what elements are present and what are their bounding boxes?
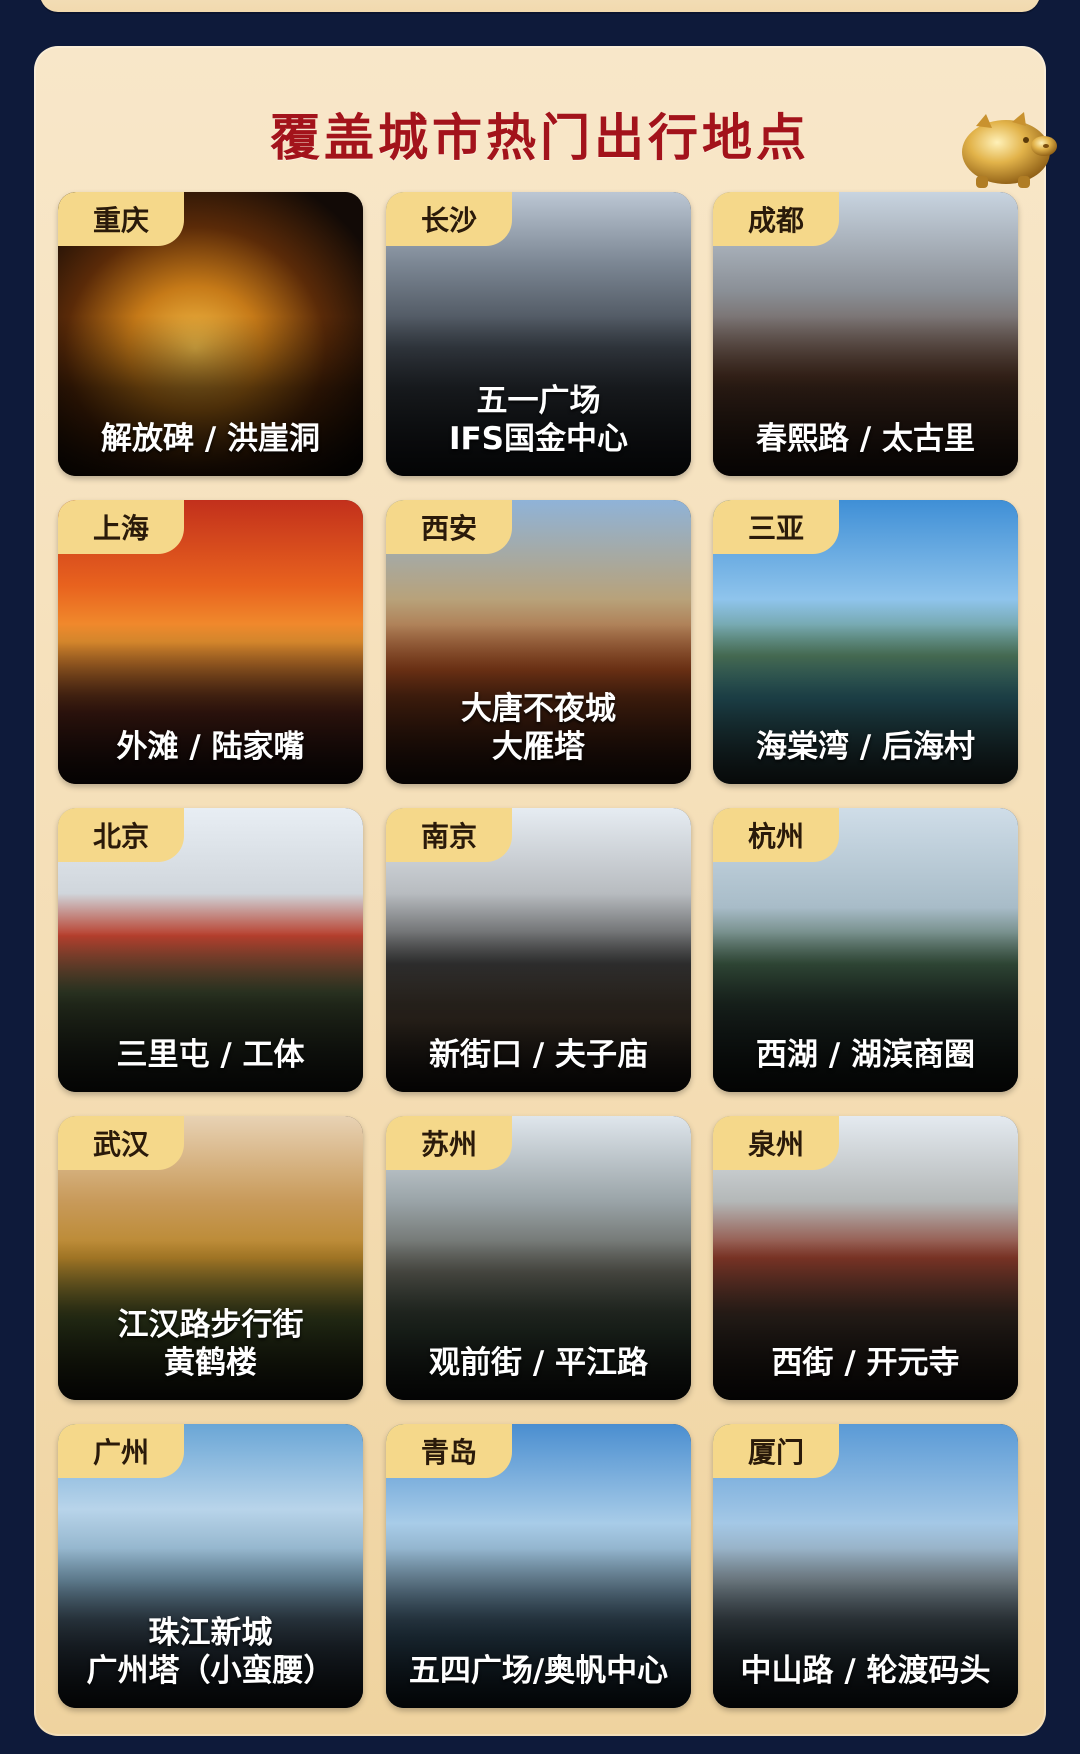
city-tag: 重庆 <box>58 192 184 246</box>
city-tag: 苏州 <box>386 1116 512 1170</box>
city-tag: 武汉 <box>58 1116 184 1170</box>
city-tag: 上海 <box>58 500 184 554</box>
card-sanya[interactable]: 三亚 海棠湾 / 后海村 <box>713 500 1018 784</box>
city-tag: 杭州 <box>713 808 839 862</box>
city-tag: 北京 <box>58 808 184 862</box>
card-nanjing[interactable]: 南京 新街口 / 夫子庙 <box>386 808 691 1092</box>
city-tag: 南京 <box>386 808 512 862</box>
top-banner-edge <box>40 0 1040 12</box>
spot-label: 大唐不夜城 大雁塔 <box>461 691 616 765</box>
city-tag: 广州 <box>58 1424 184 1478</box>
card-qingdao[interactable]: 青岛 五四广场/奥帆中心 <box>386 1424 691 1708</box>
city-grid: 重庆 解放碑 / 洪崖洞 长沙 五一广场 IFS国金中心 成都 春熙路 / 太古里… <box>58 192 1020 1712</box>
city-tag: 厦门 <box>713 1424 839 1478</box>
spot-label: 中山路 / 轮渡码头 <box>740 1653 991 1689</box>
section-title: 覆盖城市热门出行地点 <box>270 109 810 167</box>
card-changsha[interactable]: 长沙 五一广场 IFS国金中心 <box>386 192 691 476</box>
spot-label: 解放碑 / 洪崖洞 <box>101 421 320 457</box>
card-quanzhou[interactable]: 泉州 西街 / 开元寺 <box>713 1116 1018 1400</box>
card-chengdu[interactable]: 成都 春熙路 / 太古里 <box>713 192 1018 476</box>
card-guangzhou[interactable]: 广州 珠江新城 广州塔（小蛮腰） <box>58 1424 363 1708</box>
spot-label: 西湖 / 湖滨商圈 <box>756 1037 975 1073</box>
card-hangzhou[interactable]: 杭州 西湖 / 湖滨商圈 <box>713 808 1018 1092</box>
spot-label: 三里屯 / 工体 <box>116 1037 305 1073</box>
city-tag: 泉州 <box>713 1116 839 1170</box>
spot-label: 外滩 / 陆家嘴 <box>116 729 305 765</box>
golden-pig-icon <box>962 112 1057 188</box>
card-beijing[interactable]: 北京 三里屯 / 工体 <box>58 808 363 1092</box>
spot-label: 珠江新城 广州塔（小蛮腰） <box>86 1615 335 1689</box>
card-shanghai[interactable]: 上海 外滩 / 陆家嘴 <box>58 500 363 784</box>
spot-label: 春熙路 / 太古里 <box>756 421 975 457</box>
city-tag: 三亚 <box>713 500 839 554</box>
spot-label: 观前街 / 平江路 <box>429 1345 648 1381</box>
card-xian[interactable]: 西安 大唐不夜城 大雁塔 <box>386 500 691 784</box>
card-wuhan[interactable]: 武汉 江汉路步行街 黄鹤楼 <box>58 1116 363 1400</box>
card-chongqing[interactable]: 重庆 解放碑 / 洪崖洞 <box>58 192 363 476</box>
card-suzhou[interactable]: 苏州 观前街 / 平江路 <box>386 1116 691 1400</box>
city-tag: 成都 <box>713 192 839 246</box>
spot-label: 西街 / 开元寺 <box>771 1345 960 1381</box>
spot-label: 新街口 / 夫子庙 <box>429 1037 648 1073</box>
spot-label: 江汉路步行街 黄鹤楼 <box>117 1307 304 1381</box>
spot-label: 五四广场/奥帆中心 <box>408 1653 669 1689</box>
card-xiamen[interactable]: 厦门 中山路 / 轮渡码头 <box>713 1424 1018 1708</box>
city-tag: 长沙 <box>386 192 512 246</box>
city-tag: 青岛 <box>386 1424 512 1478</box>
spot-label: 海棠湾 / 后海村 <box>756 729 975 765</box>
city-tag: 西安 <box>386 500 512 554</box>
spot-label: 五一广场 IFS国金中心 <box>448 383 629 457</box>
